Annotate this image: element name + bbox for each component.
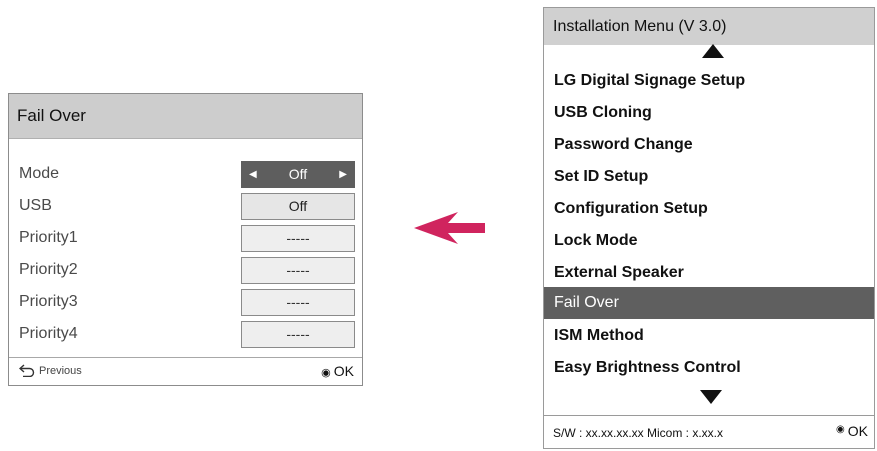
installation-menu-panel: Installation Menu (V 3.0) LG Digital Sig…	[543, 7, 875, 449]
menu-item-lg-digital-signage-setup[interactable]: LG Digital Signage Setup	[544, 65, 874, 97]
priority4-value-box[interactable]: -----	[241, 321, 355, 348]
priority2-label: Priority2	[19, 261, 78, 278]
menu-item-usb-cloning[interactable]: USB Cloning	[544, 97, 874, 129]
ok-button[interactable]: ◉ OK	[321, 363, 354, 379]
ok-button[interactable]: ◉ OK	[836, 423, 868, 439]
menu-item-configuration-setup[interactable]: Configuration Setup	[544, 193, 874, 225]
left-arrow-icon	[414, 212, 486, 249]
priority1-label: Priority1	[19, 229, 78, 246]
usb-row[interactable]: USB Off	[9, 191, 362, 223]
menu-item-password-change[interactable]: Password Change	[544, 129, 874, 161]
ok-button-icon: ◉	[321, 367, 331, 379]
priority2-value-box[interactable]: -----	[241, 257, 355, 284]
mode-value: Off	[288, 166, 308, 182]
software-version-text: S/W : xx.xx.xx.xx Micom : x.xx.x	[553, 426, 724, 440]
usb-label: USB	[19, 197, 52, 214]
menu-item-set-id-setup[interactable]: Set ID Setup	[544, 161, 874, 193]
ok-label: OK	[333, 363, 354, 379]
mode-label: Mode	[19, 165, 60, 182]
ok-label: OK	[847, 423, 868, 439]
menu-item-ism-method[interactable]: ISM Method	[544, 320, 874, 352]
fail-over-footer: Previous ◉ OK	[9, 357, 362, 385]
scroll-up-icon[interactable]	[702, 44, 724, 63]
menu-item-fail-over[interactable]: Fail Over	[544, 287, 874, 319]
fail-over-panel: Fail Over Mode ◀ Off ▶ USB Off Priority1…	[8, 93, 363, 386]
priority1-value-box[interactable]: -----	[241, 225, 355, 252]
priority3-row[interactable]: Priority3 -----	[9, 287, 362, 319]
priority3-value-box[interactable]: -----	[241, 289, 355, 316]
mode-row[interactable]: Mode ◀ Off ▶	[9, 159, 362, 191]
arrow-left-icon[interactable]: ◀	[249, 162, 257, 187]
scroll-down-icon[interactable]	[700, 390, 722, 409]
return-arrow-icon[interactable]	[18, 364, 35, 382]
fail-over-title: Fail Over	[9, 94, 362, 139]
previous-label[interactable]: Previous	[39, 365, 82, 377]
priority4-label: Priority4	[19, 325, 78, 342]
priority1-row[interactable]: Priority1 -----	[9, 223, 362, 255]
installation-menu-footer: S/W : xx.xx.xx.xx Micom : x.xx.x ◉ OK	[544, 415, 874, 448]
menu-item-external-speaker[interactable]: External Speaker	[544, 257, 874, 289]
menu-item-easy-brightness-control[interactable]: Easy Brightness Control	[544, 352, 874, 384]
installation-menu-title: Installation Menu (V 3.0)	[544, 8, 874, 45]
ok-button-icon: ◉	[836, 424, 845, 435]
priority3-label: Priority3	[19, 293, 78, 310]
mode-selector[interactable]: ◀ Off ▶	[241, 161, 355, 188]
usb-value-box[interactable]: Off	[241, 193, 355, 220]
priority2-row[interactable]: Priority2 -----	[9, 255, 362, 287]
priority4-row[interactable]: Priority4 -----	[9, 319, 362, 351]
menu-item-lock-mode[interactable]: Lock Mode	[544, 225, 874, 257]
arrow-right-icon[interactable]: ▶	[339, 162, 347, 187]
